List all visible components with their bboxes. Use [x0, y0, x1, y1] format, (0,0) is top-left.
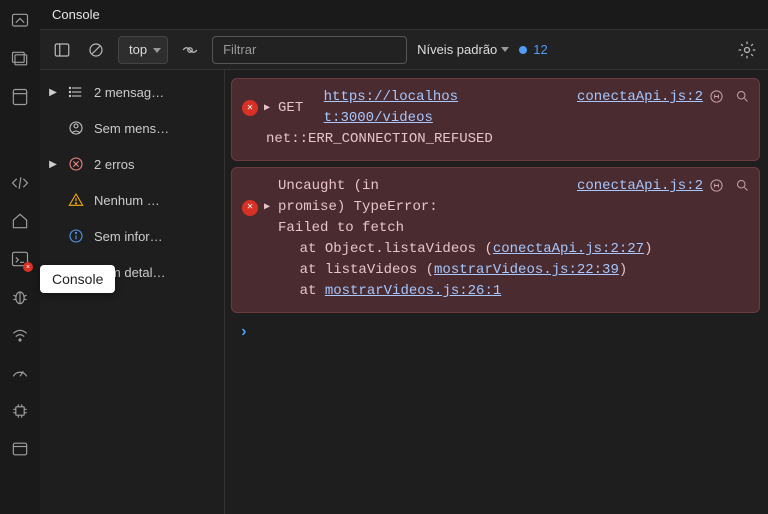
sidebar-errors[interactable]: ▶ 2 erros: [40, 146, 224, 182]
stack-link[interactable]: mostrarVideos.js:26:1: [325, 283, 501, 299]
sidebar-warnings[interactable]: Nenhum …: [40, 182, 224, 218]
app-icon[interactable]: [5, 434, 35, 464]
console-toolbar: top Níveis padrão 12: [40, 30, 768, 70]
home-icon[interactable]: [5, 206, 35, 236]
error-log-network[interactable]: conectaApi.js:2 ✕ ▶ GET https://localhos…: [231, 78, 760, 161]
wifi-icon[interactable]: [5, 320, 35, 350]
sidebar-toggle-icon[interactable]: [50, 38, 74, 62]
error-circle-icon: [66, 154, 86, 174]
activity-bar: ×: [0, 0, 40, 514]
log-levels-selector[interactable]: Níveis padrão: [417, 42, 509, 57]
error-x-icon: ✕: [242, 200, 258, 216]
code-icon[interactable]: [5, 168, 35, 198]
chip-icon[interactable]: [5, 396, 35, 426]
request-url-link[interactable]: https://localhost:3000/videos: [324, 87, 458, 129]
sidebar-info[interactable]: Sem infor…: [40, 218, 224, 254]
console-log-area: conectaApi.js:2 ✕ ▶ GET https://localhos…: [225, 70, 768, 514]
person-icon: [66, 118, 86, 138]
source-link[interactable]: conectaApi.js:2: [577, 87, 703, 108]
magnify-icon[interactable]: [733, 176, 751, 194]
issues-badge[interactable]: 12: [519, 42, 547, 57]
warning-triangle-icon: [66, 190, 86, 210]
expand-triangle-icon[interactable]: ▶: [264, 101, 270, 116]
list-icon: [66, 82, 86, 102]
live-expression-icon[interactable]: [178, 38, 202, 62]
context-selector[interactable]: top: [118, 36, 168, 64]
error-log-exception[interactable]: conectaApi.js:2 ✕ ▶ Uncaught (inpromise)…: [231, 167, 760, 313]
bug-icon[interactable]: [5, 282, 35, 312]
stack-trace-icon[interactable]: [707, 176, 725, 194]
main-panel: Console top Níveis padrão 12 ▶ 2 mensag……: [40, 0, 768, 514]
filter-input[interactable]: [212, 36, 407, 64]
page-icon[interactable]: [5, 82, 35, 112]
clear-console-icon[interactable]: [84, 38, 108, 62]
stack-link[interactable]: mostrarVideos.js:22:39: [434, 262, 619, 278]
settings-gear-icon[interactable]: [736, 39, 758, 61]
error-indicator-dot: ×: [23, 262, 33, 272]
panel-top-icon[interactable]: [5, 6, 35, 36]
info-circle-icon: [66, 226, 86, 246]
sidebar-user-messages[interactable]: Sem mens…: [40, 110, 224, 146]
error-x-icon: ✕: [242, 100, 258, 116]
gauge-icon[interactable]: [5, 358, 35, 388]
panel-tab-console[interactable]: Console: [40, 0, 768, 30]
sidebar-messages[interactable]: ▶ 2 mensag…: [40, 74, 224, 110]
expand-triangle-icon[interactable]: ▶: [264, 200, 270, 215]
console-tooltip: Console: [40, 265, 115, 293]
window-icon[interactable]: [5, 44, 35, 74]
stack-link[interactable]: conectaApi.js:2:27: [493, 241, 644, 257]
console-prompt-icon[interactable]: ›: [231, 319, 760, 345]
console-panel-icon[interactable]: ×: [5, 244, 35, 274]
magnify-icon[interactable]: [733, 87, 751, 105]
source-link[interactable]: conectaApi.js:2: [577, 176, 703, 197]
stack-trace-icon[interactable]: [707, 87, 725, 105]
